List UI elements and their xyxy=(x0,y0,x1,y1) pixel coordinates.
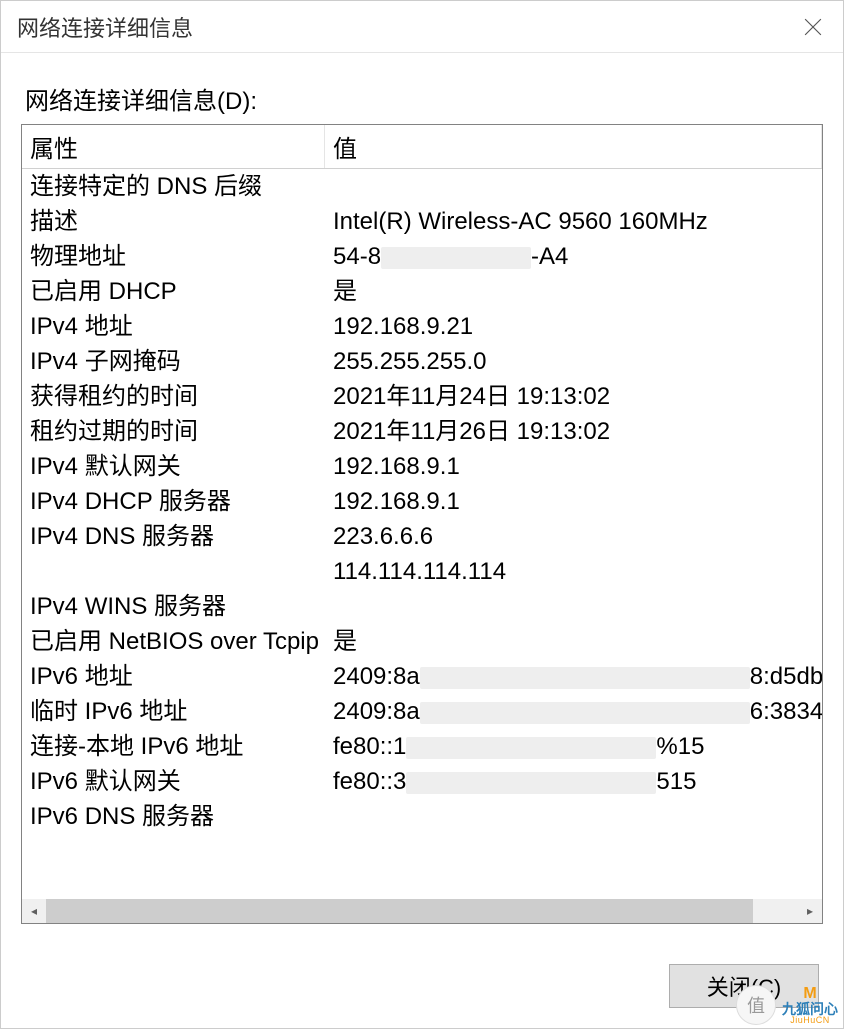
scroll-left-arrow[interactable]: ◂ xyxy=(22,899,46,923)
table-row[interactable]: IPv4 地址192.168.9.21 xyxy=(22,309,822,344)
value-suffix: 515 xyxy=(656,768,696,795)
value-cell: 2021年11月24日 19:13:02 xyxy=(325,379,822,414)
table-row[interactable]: 临时 IPv6 地址 2409:8a 6:3834 xyxy=(22,694,822,729)
property-cell: IPv4 默认网关 xyxy=(22,449,325,484)
header-property[interactable]: 属性 xyxy=(22,125,325,168)
property-cell xyxy=(22,554,325,589)
table-row[interactable]: 已启用 DHCP是 xyxy=(22,274,822,309)
section-label: 网络连接详细信息(D): xyxy=(21,81,823,116)
property-cell: IPv6 默认网关 xyxy=(22,764,325,799)
redacted-segment xyxy=(406,772,656,794)
property-cell: 描述 xyxy=(22,204,325,239)
window-close-button[interactable] xyxy=(783,1,843,52)
table-row[interactable]: 已启用 NetBIOS over Tcpip是 xyxy=(22,624,822,659)
close-icon xyxy=(804,18,822,36)
value-suffix: -A4 xyxy=(531,243,568,270)
header-value[interactable]: 值 xyxy=(325,125,822,168)
value-suffix: 8:d5db xyxy=(750,663,822,690)
property-cell: IPv4 DNS 服务器 xyxy=(22,519,325,554)
property-cell: 连接特定的 DNS 后缀 xyxy=(22,169,325,204)
value-prefix: fe80::3 xyxy=(333,768,406,795)
redacted-segment xyxy=(406,737,656,759)
button-row: 关闭(C) xyxy=(21,928,823,1008)
value-prefix: 2409:8a xyxy=(333,663,420,690)
property-cell: 临时 IPv6 地址 xyxy=(22,694,325,729)
scroll-thumb[interactable] xyxy=(46,899,753,923)
table-row[interactable]: 连接-本地 IPv6 地址 fe80::1 %15 xyxy=(22,729,822,764)
table-row[interactable]: IPv4 默认网关192.168.9.1 xyxy=(22,449,822,484)
property-cell: IPv6 DNS 服务器 xyxy=(22,799,325,834)
redacted-segment xyxy=(420,667,750,689)
redacted-segment xyxy=(420,702,750,724)
property-cell: 连接-本地 IPv6 地址 xyxy=(22,729,325,764)
property-cell: 获得租约的时间 xyxy=(22,379,325,414)
value-cell: 是 xyxy=(325,274,822,309)
value-cell: 2021年11月26日 19:13:02 xyxy=(325,414,822,449)
value-cell: 192.168.9.21 xyxy=(325,309,822,344)
close-button[interactable]: 关闭(C) xyxy=(669,964,819,1008)
property-cell: 已启用 NetBIOS over Tcpip xyxy=(22,624,325,659)
value-cell: fe80::1 %15 xyxy=(325,729,822,764)
table-row[interactable]: 租约过期的时间2021年11月26日 19:13:02 xyxy=(22,414,822,449)
property-cell: IPv4 地址 xyxy=(22,309,325,344)
table-row[interactable]: IPv4 子网掩码255.255.255.0 xyxy=(22,344,822,379)
value-cell: fe80::3 515 xyxy=(325,764,822,799)
value-suffix: 6:3834 xyxy=(750,698,822,725)
value-cell: 2409:8a 6:3834 xyxy=(325,694,822,729)
value-suffix: %15 xyxy=(656,733,704,760)
details-list: 属性 值 连接特定的 DNS 后缀描述Intel(R) Wireless-AC … xyxy=(21,124,823,924)
value-cell xyxy=(325,169,822,204)
value-cell: 223.6.6.6 xyxy=(325,519,822,554)
scroll-right-arrow[interactable]: ▸ xyxy=(798,899,822,923)
value-cell: 54-8 -A4 xyxy=(325,239,822,274)
table-row[interactable]: IPv6 地址 2409:8a 8:d5db xyxy=(22,659,822,694)
property-cell: 租约过期的时间 xyxy=(22,414,325,449)
value-cell: 192.168.9.1 xyxy=(325,449,822,484)
value-prefix: 2409:8a xyxy=(333,698,420,725)
value-cell xyxy=(325,799,822,834)
value-cell: 192.168.9.1 xyxy=(325,484,822,519)
value-cell xyxy=(325,589,822,624)
value-cell: Intel(R) Wireless-AC 9560 160MHz xyxy=(325,204,822,239)
table-row[interactable]: IPv4 DNS 服务器223.6.6.6 xyxy=(22,519,822,554)
table-row[interactable]: IPv4 WINS 服务器 xyxy=(22,589,822,624)
table-row[interactable]: IPv6 DNS 服务器 xyxy=(22,799,822,834)
dialog-window: 网络连接详细信息 网络连接详细信息(D): 属性 值 连接特定的 DNS 后缀描… xyxy=(0,0,844,1029)
value-prefix: 54-8 xyxy=(333,243,381,270)
property-cell: IPv6 地址 xyxy=(22,659,325,694)
property-cell: 已启用 DHCP xyxy=(22,274,325,309)
table-row[interactable]: 物理地址 54-8 -A4 xyxy=(22,239,822,274)
window-title: 网络连接详细信息 xyxy=(17,11,193,43)
table-body: 连接特定的 DNS 后缀描述Intel(R) Wireless-AC 9560 … xyxy=(22,169,822,899)
table-row[interactable]: 连接特定的 DNS 后缀 xyxy=(22,169,822,204)
dialog-content: 网络连接详细信息(D): 属性 值 连接特定的 DNS 后缀描述Intel(R)… xyxy=(1,53,843,1028)
table-row[interactable]: 获得租约的时间2021年11月24日 19:13:02 xyxy=(22,379,822,414)
value-cell: 2409:8a 8:d5db xyxy=(325,659,822,694)
property-cell: 物理地址 xyxy=(22,239,325,274)
property-cell: IPv4 WINS 服务器 xyxy=(22,589,325,624)
horizontal-scrollbar[interactable]: ◂ ▸ xyxy=(22,899,822,923)
scroll-track[interactable] xyxy=(46,899,798,923)
table-row[interactable]: IPv4 DHCP 服务器192.168.9.1 xyxy=(22,484,822,519)
table-row[interactable]: 描述Intel(R) Wireless-AC 9560 160MHz xyxy=(22,204,822,239)
titlebar: 网络连接详细信息 xyxy=(1,1,843,53)
property-cell: IPv4 子网掩码 xyxy=(22,344,325,379)
value-cell: 是 xyxy=(325,624,822,659)
redacted-segment xyxy=(381,247,531,269)
value-cell: 255.255.255.0 xyxy=(325,344,822,379)
value-prefix: fe80::1 xyxy=(333,733,406,760)
table-row[interactable]: IPv6 默认网关 fe80::3 515 xyxy=(22,764,822,799)
value-cell: 114.114.114.114 xyxy=(325,554,822,589)
table-header: 属性 值 xyxy=(22,125,822,169)
property-cell: IPv4 DHCP 服务器 xyxy=(22,484,325,519)
table-row[interactable]: 114.114.114.114 xyxy=(22,554,822,589)
